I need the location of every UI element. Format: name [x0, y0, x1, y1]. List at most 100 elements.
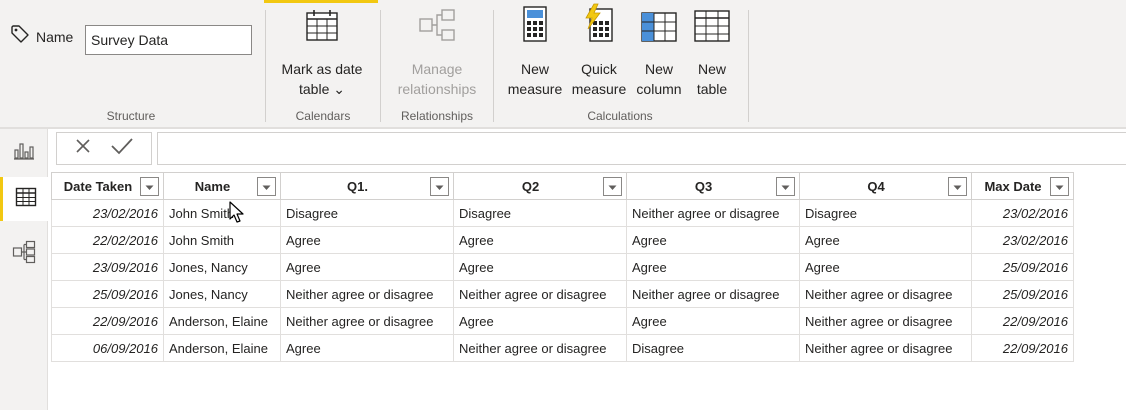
table-cell[interactable]: Neither agree or disagree: [453, 334, 627, 362]
table-cell[interactable]: Agree: [453, 307, 627, 335]
table-cell[interactable]: Neither agree or disagree: [280, 280, 454, 308]
tag-icon: [10, 24, 30, 49]
table-cell[interactable]: 22/09/2016: [51, 307, 164, 335]
group-label-structure: Structure: [106, 109, 156, 123]
model-view-button[interactable]: [0, 232, 48, 276]
filter-dropdown-button[interactable]: [776, 176, 795, 196]
filter-dropdown-button[interactable]: [603, 176, 622, 196]
table-cell[interactable]: Neither agree or disagree: [453, 280, 627, 308]
table-cell[interactable]: Disagree: [626, 334, 800, 362]
table-cell[interactable]: Agree: [799, 226, 972, 254]
cancel-formula-icon[interactable]: [74, 137, 92, 160]
calculator-icon: [522, 5, 548, 48]
formula-bar-actions: [56, 132, 152, 165]
table-name-input[interactable]: [85, 25, 252, 55]
table-row[interactable]: 23/09/2016 Jones, Nancy Agree Agree Agre…: [51, 253, 1074, 281]
table-cell[interactable]: Neither agree or disagree: [280, 307, 454, 335]
table-cell[interactable]: Agree: [626, 253, 800, 281]
table-cell[interactable]: 22/02/2016: [51, 226, 164, 254]
table-cell[interactable]: Agree: [453, 253, 627, 281]
group-label-calendars: Calendars: [295, 109, 351, 123]
table-cell[interactable]: Agree: [280, 253, 454, 281]
new-column-label-line1: New: [644, 61, 673, 77]
table-cell[interactable]: 25/09/2016: [971, 280, 1074, 308]
manage-relationships-button[interactable]: Manage relationships: [387, 9, 487, 99]
table-cell[interactable]: Agree: [280, 334, 454, 362]
column-header-label: Name: [194, 178, 231, 194]
table-cell[interactable]: John Smith: [163, 226, 281, 254]
chevron-down-icon: [145, 179, 154, 194]
table-cell[interactable]: Neither agree or disagree: [626, 199, 800, 227]
table-cell[interactable]: 22/09/2016: [971, 307, 1074, 335]
table-cell[interactable]: Disagree: [280, 199, 454, 227]
table-cell[interactable]: Disagree: [799, 199, 972, 227]
column-header-label: Q3: [694, 178, 713, 194]
column-header-q2[interactable]: Q2: [453, 172, 627, 200]
column-header-date-taken[interactable]: Date Taken: [51, 172, 164, 200]
manage-relationships-label-line2: relationships: [397, 81, 477, 97]
quick-measure-label-line2: measure: [571, 81, 627, 97]
table-cell[interactable]: Agree: [453, 226, 627, 254]
new-table-label-line1: New: [697, 61, 726, 77]
table-cell[interactable]: Anderson, Elaine: [163, 334, 281, 362]
formula-input[interactable]: [157, 132, 1126, 165]
table-cell[interactable]: Agree: [626, 307, 800, 335]
table-grid-icon: [693, 9, 731, 48]
table-row[interactable]: 25/09/2016 Jones, Nancy Neither agree or…: [51, 280, 1074, 308]
table-cell[interactable]: Agree: [280, 226, 454, 254]
table-cell[interactable]: 23/02/2016: [971, 199, 1074, 227]
table-cell[interactable]: Disagree: [453, 199, 627, 227]
new-measure-label-line2: measure: [507, 81, 563, 97]
table-cell[interactable]: Agree: [799, 253, 972, 281]
table-cell[interactable]: Neither agree or disagree: [626, 280, 800, 308]
table-row[interactable]: 22/09/2016 Anderson, Elaine Neither agre…: [51, 307, 1074, 335]
new-measure-button[interactable]: New measure: [503, 6, 567, 99]
name-field-row: Name: [10, 24, 73, 49]
table-cell[interactable]: 23/02/2016: [971, 226, 1074, 254]
new-table-button[interactable]: New table: [688, 10, 736, 99]
chevron-down-icon: [608, 179, 617, 194]
table-cell[interactable]: Jones, Nancy: [163, 280, 281, 308]
quick-measure-button[interactable]: Quick measure: [569, 3, 629, 99]
table-cell[interactable]: Anderson, Elaine: [163, 307, 281, 335]
column-header-q1[interactable]: Q1.: [280, 172, 454, 200]
mark-as-date-table-button[interactable]: Mark as date table ⌄: [272, 10, 372, 99]
column-header-q3[interactable]: Q3: [626, 172, 800, 200]
table-cell[interactable]: 22/09/2016: [971, 334, 1074, 362]
table-row[interactable]: 06/09/2016 Anderson, Elaine Agree Neithe…: [51, 334, 1074, 362]
table-cell[interactable]: 25/09/2016: [51, 280, 164, 308]
data-view-button[interactable]: [0, 177, 48, 221]
table-cell[interactable]: John Smith: [163, 199, 281, 227]
active-group-indicator: [264, 0, 378, 3]
chevron-down-icon: [781, 179, 790, 194]
filter-dropdown-button[interactable]: [257, 176, 276, 196]
table-cell[interactable]: Jones, Nancy: [163, 253, 281, 281]
table-cell[interactable]: 23/09/2016: [51, 253, 164, 281]
group-separator: [493, 10, 494, 122]
table-cell[interactable]: Agree: [626, 226, 800, 254]
table-cell[interactable]: Neither agree or disagree: [799, 334, 972, 362]
table-cell[interactable]: 25/09/2016: [971, 253, 1074, 281]
table-cell[interactable]: Neither agree or disagree: [799, 307, 972, 335]
new-column-button[interactable]: New column: [631, 10, 687, 99]
ribbon-divider: [0, 127, 1126, 129]
new-measure-label-line1: New: [520, 61, 549, 77]
table-cell[interactable]: Neither agree or disagree: [799, 280, 972, 308]
mark-as-date-table-label-line1: Mark as date: [281, 61, 363, 77]
column-header-label: Q1.: [347, 178, 368, 194]
table-cell[interactable]: 23/02/2016: [51, 199, 164, 227]
column-header-q4[interactable]: Q4: [799, 172, 972, 200]
mouse-pointer-icon: [229, 201, 245, 230]
chevron-down-icon: [262, 179, 271, 194]
filter-dropdown-button[interactable]: [430, 176, 449, 196]
filter-dropdown-button[interactable]: [948, 176, 967, 196]
column-header-name[interactable]: Name: [163, 172, 281, 200]
filter-dropdown-button[interactable]: [140, 176, 159, 196]
table-cell[interactable]: 06/09/2016: [51, 334, 164, 362]
table-row[interactable]: 23/02/2016 John Smith Disagree Disagree …: [51, 199, 1074, 227]
table-row[interactable]: 22/02/2016 John Smith Agree Agree Agree …: [51, 226, 1074, 254]
filter-dropdown-button[interactable]: [1050, 176, 1069, 196]
report-view-button[interactable]: [0, 130, 48, 174]
commit-formula-icon[interactable]: [110, 137, 134, 160]
column-header-max-date[interactable]: Max Date: [971, 172, 1074, 200]
